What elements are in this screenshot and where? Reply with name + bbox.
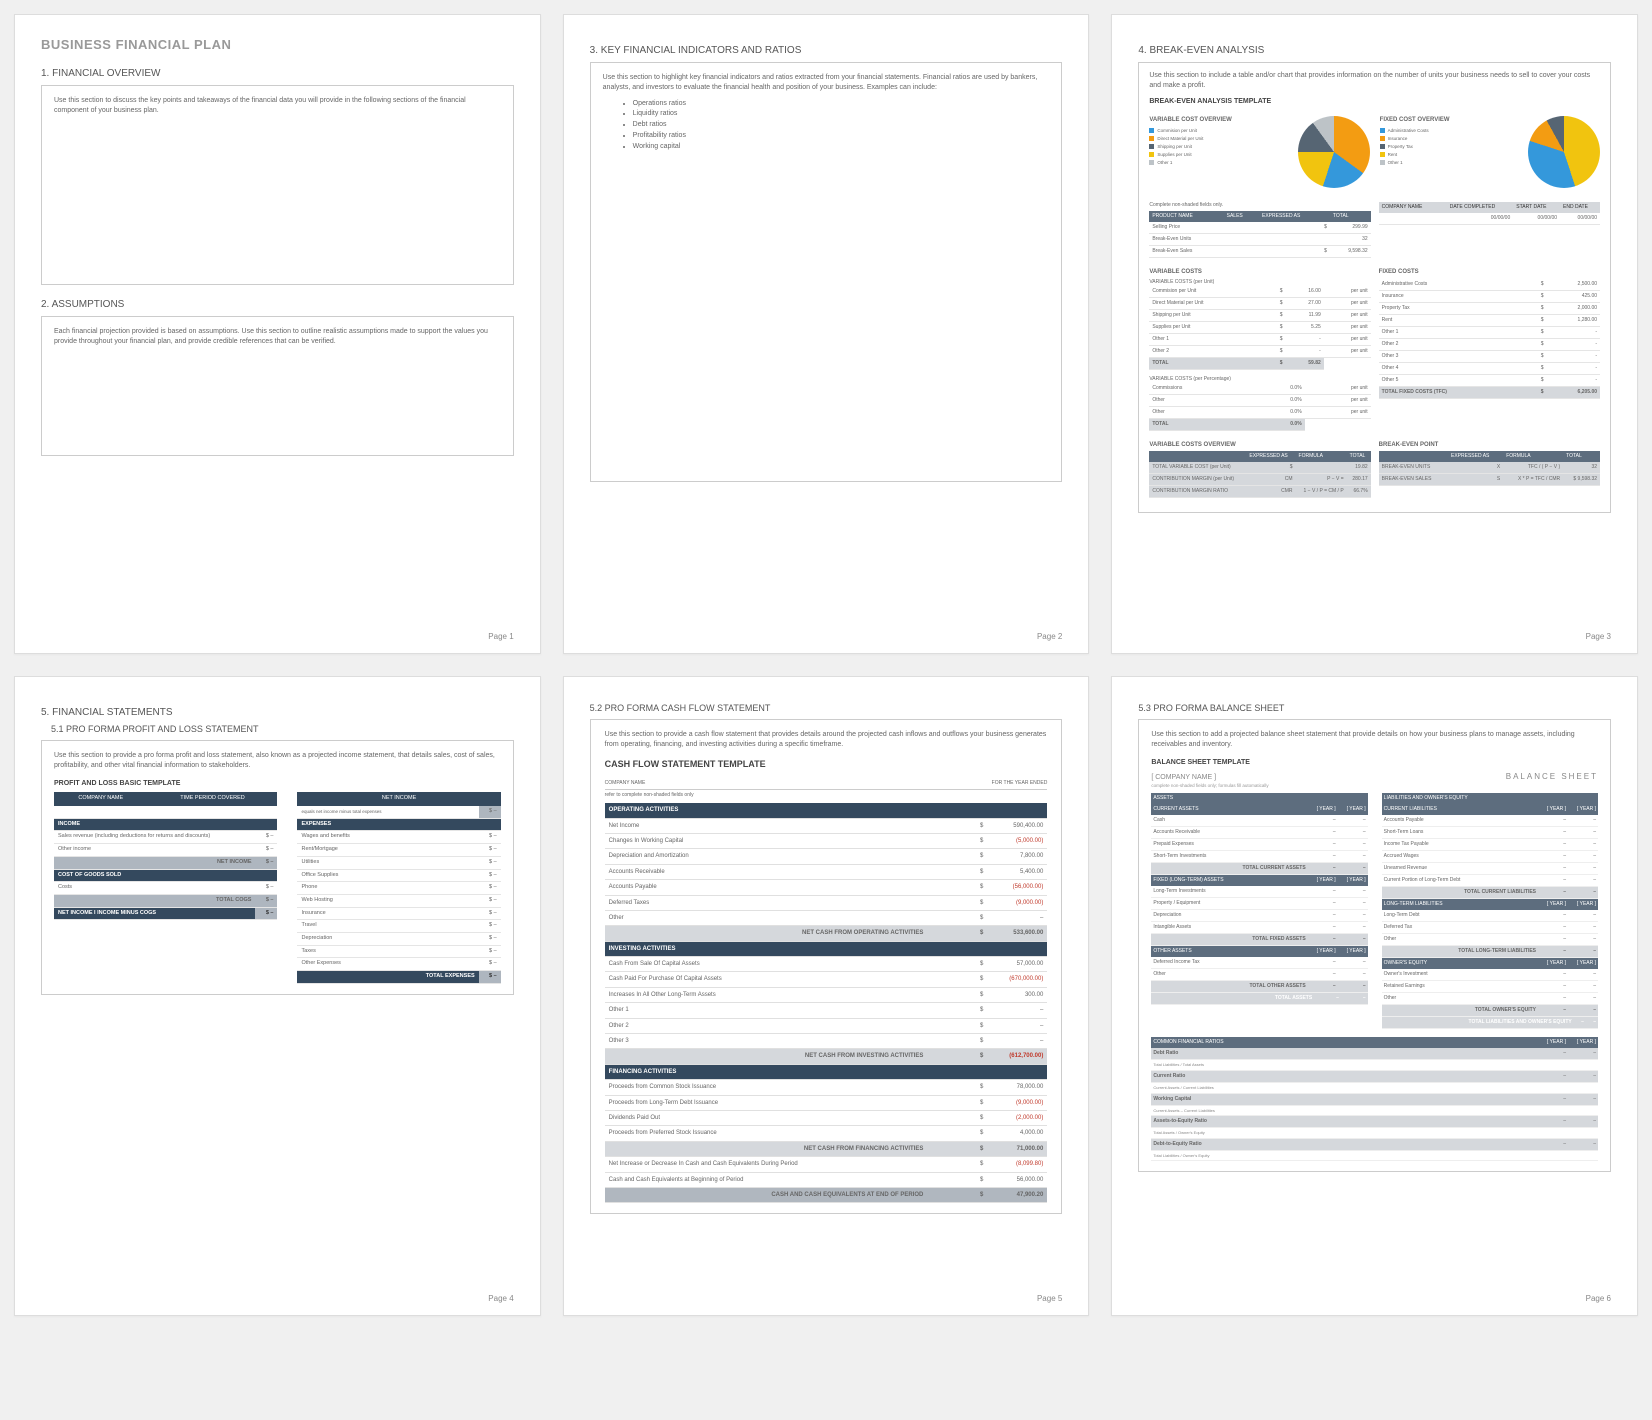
vc-title: VARIABLE COSTS [1149,268,1370,276]
expenses-table: EXPENSES Wages and benefits$ –Rent/Mortg… [297,819,500,984]
section-5-3-heading: 5.3 PRO FORMA BALANCE SHEET [1138,703,1611,713]
section-2-body: Each financial projection provided is ba… [41,316,514,456]
cashflow-box: Use this section to provide a cash flow … [590,719,1063,1214]
section-4-body: Use this section to include a table and/… [1149,71,1600,91]
vco-title: VARIABLE COSTS OVERVIEW [1149,441,1370,449]
cashflow-table: OPERATING ACTIVITIESNet Income$590,400.0… [605,803,1048,1203]
section-5-1-heading: 5.1 PRO FORMA PROFIT AND LOSS STATEMENT [41,724,514,734]
doc-title: BUSINESS FINANCIAL PLAN [41,37,514,52]
section-2-heading: 2. ASSUMPTIONS [41,299,514,310]
list-item: Profitability ratios [633,131,1050,141]
page-number: Page 4 [488,1294,513,1303]
bep-title: BREAK-EVEN POINT [1379,441,1600,449]
vcp-title: VARIABLE COSTS (per Percentage) [1149,376,1370,383]
pie-row: VARIABLE COST OVERVIEW Commision per Uni… [1149,112,1600,192]
vco-table: EXPRESSED ASFORMULATOTALTOTAL VARIABLE C… [1149,451,1370,498]
page-grid: BUSINESS FINANCIAL PLAN 1. FINANCIAL OVE… [14,14,1638,1316]
breakeven-template-title: BREAK-EVEN ANALYSIS TEMPLATE [1149,97,1600,107]
page-5: 5.2 PRO FORMA CASH FLOW STATEMENT Use th… [563,676,1090,1316]
page-number: Page 1 [488,632,513,641]
page-1: BUSINESS FINANCIAL PLAN 1. FINANCIAL OVE… [14,14,541,654]
pl-head-table: COMPANY NAMETIME PERIOD COVERED [54,792,277,818]
std-table: PRODUCT NAMESALESEXPRESSED ASTOTALSellin… [1149,211,1370,258]
section-4-box: Use this section to include a table and/… [1138,62,1611,513]
page-number: Page 3 [1586,632,1611,641]
page-number: Page 6 [1586,1294,1611,1303]
section-5-2-heading: 5.2 PRO FORMA CASH FLOW STATEMENT [590,703,1063,713]
section-3-box: Use this section to highlight key financ… [590,62,1063,482]
pie-chart-fixed [1528,116,1600,188]
page-4: 5. FINANCIAL STATEMENTS 5.1 PRO FORMA PR… [14,676,541,1316]
ratio-table: COMMON FINANCIAL RATIOS[ YEAR ][ YEAR ]D… [1151,1037,1598,1161]
section-1-body: Use this section to discuss the key poin… [41,85,514,285]
income-table: INCOME Sales revenue (including deductio… [54,819,277,870]
period-table: COMPANY NAMEDATE COMPLETEDSTART DATEEND … [1379,202,1600,225]
section-4-heading: 4. BREAK-EVEN ANALYSIS [1138,45,1611,56]
vc-sub: VARIABLE COSTS (per Unit) [1149,279,1370,286]
page-6: 5.3 PRO FORMA BALANCE SHEET Use this sec… [1111,676,1638,1316]
pie1-title: VARIABLE COST OVERVIEW [1149,116,1287,124]
list-item: Working capital [633,142,1050,152]
fc-table: Administrative Costs$2,500.00Insurance$4… [1379,279,1600,399]
company-name-label: COMPANY NAME [605,780,646,787]
list-item: Operations ratios [633,99,1050,109]
cashflow-body: Use this section to provide a cash flow … [605,730,1048,750]
cogs-table: COST OF GOODS SOLD Costs$ – TOTAL COGS$ … [54,870,277,908]
fc-title: FIXED COSTS [1379,268,1600,276]
cashflow-template-title: CASH FLOW STATEMENT TEMPLATE [605,758,1048,771]
section-5-heading: 5. FINANCIAL STATEMENTS [41,707,514,718]
section-3-heading: 3. KEY FINANCIAL INDICATORS AND RATIOS [590,45,1063,56]
page-3: 4. BREAK-EVEN ANALYSIS Use this section … [1111,14,1638,654]
section-3-body: Use this section to highlight key financ… [603,73,1050,93]
page-number: Page 2 [1037,632,1062,641]
netincome-table: NET INCOME equals net income minus total… [297,792,500,818]
balance-sheet-body: Use this section to add a projected bala… [1151,730,1598,750]
list-item: Debt ratios [633,120,1050,130]
std-note: Complete non-shaded fields only. [1149,202,1370,209]
pl-box: Use this section to provide a pro forma … [41,740,514,995]
pie1-legend: Commision per UnitDirect Material per Un… [1149,127,1287,167]
bep-table: EXPRESSED ASFORMULATOTALBREAK-EVEN UNITS… [1379,451,1600,486]
section-1-heading: 1. FINANCIAL OVERVIEW [41,68,514,79]
bs-sheet-label: BALANCE SHEET [1506,771,1598,782]
bs-liab-col: LIABILITIES AND OWNER'S EQUITYCURRENT LI… [1382,793,1598,1029]
bs-template-title: BALANCE SHEET TEMPLATE [1151,758,1598,768]
list-item: Liquidity ratios [633,109,1050,119]
page-number: Page 5 [1037,1294,1062,1303]
pie2-title: FIXED COST OVERVIEW [1380,116,1518,124]
year-ended-label: FOR THE YEAR ENDED [992,780,1048,787]
pl-template-title: PROFIT AND LOSS BASIC TEMPLATE [54,779,501,789]
bs-sub: complete non-shaded fields only; formula… [1151,783,1598,789]
cf-note: refer to complete non-shaded fields only [605,790,1048,803]
bs-company: [ COMPANY NAME ] [1151,773,1216,783]
balance-sheet-box: Use this section to add a projected bala… [1138,719,1611,1172]
vcp-table: Commissions0.0%per unitOther0.0%per unit… [1149,383,1370,431]
pie2-legend: Administrative CostsInsuranceProperty Ta… [1380,127,1518,167]
ratio-list: Operations ratios Liquidity ratios Debt … [603,99,1050,152]
page-2: 3. KEY FINANCIAL INDICATORS AND RATIOS U… [563,14,1090,654]
pie-chart-variable [1298,116,1370,188]
nic-table: NET INCOME I INCOME MINUS COGS$ – [54,908,277,921]
vc-table: Commision per Unit$16.00per unitDirect M… [1149,286,1370,370]
pl-body: Use this section to provide a pro forma … [54,751,501,771]
bs-assets-col: ASSETSCURRENT ASSETS[ YEAR ][ YEAR ]Cash… [1151,793,1367,1029]
